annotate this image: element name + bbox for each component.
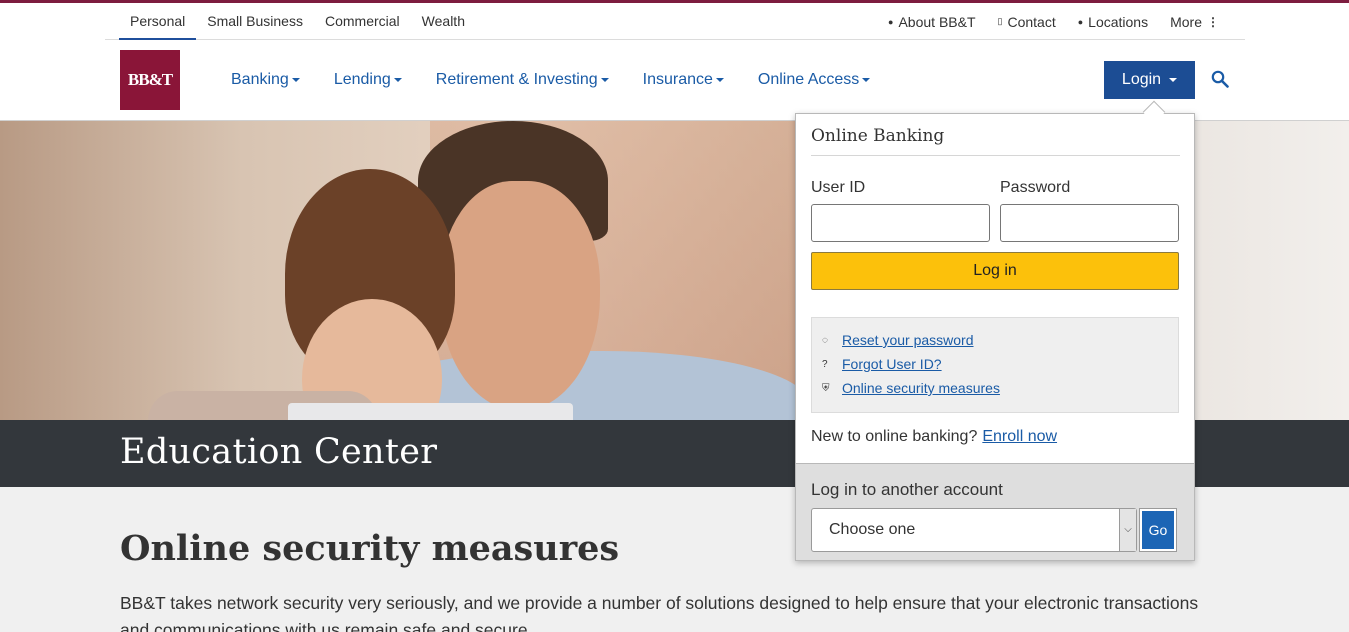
nav-lending[interactable]: Lending (317, 62, 419, 98)
password-field[interactable] (1000, 204, 1179, 242)
nav-banking[interactable]: Banking (214, 62, 317, 98)
password-label: Password (1000, 179, 1071, 196)
nav-online-access[interactable]: Online Access (741, 62, 887, 98)
question-icon: ? (822, 358, 828, 370)
person-icon: ● (888, 16, 894, 27)
nav-retirement-label: Retirement & Investing (435, 71, 598, 88)
login-button-label: Login (1121, 71, 1162, 88)
caret-down-icon (600, 78, 609, 82)
other-account-section: Log in to another account Choose one ⌵ G… (796, 463, 1194, 560)
segment-tab-wealth[interactable]: Wealth (411, 3, 476, 40)
nav-insurance-label: Insurance (642, 71, 713, 88)
caret-down-icon (1169, 78, 1178, 82)
map-pin-icon: ● (1077, 16, 1084, 27)
utility-nav: Personal Small Business Commercial Wealt… (105, 3, 1245, 40)
locations-link[interactable]: ● Locations (1078, 14, 1148, 30)
page-title: Online security measures (120, 528, 620, 569)
log-in-button[interactable]: Log in (811, 252, 1179, 290)
more-link[interactable]: More ⋮ (1170, 14, 1219, 30)
enroll-now-link[interactable]: Enroll now (982, 428, 1057, 445)
phone-icon: ▯ (997, 16, 1003, 26)
nav-banking-label: Banking (231, 71, 289, 88)
locations-label: Locations (1088, 13, 1149, 30)
enroll-row: New to online banking? Enroll now (811, 428, 1057, 446)
nav-lending-label: Lending (333, 71, 391, 88)
login-dropdown: Online Banking User ID Password Log in ◌… (795, 113, 1195, 561)
account-type-select-value: Choose one (829, 521, 916, 538)
online-banking-title: Online Banking (811, 126, 1180, 156)
shield-icon: ⛨ (822, 382, 830, 394)
more-label: More (1170, 13, 1202, 30)
go-button[interactable]: Go (1139, 508, 1177, 552)
reset-password-link[interactable]: Reset your password (842, 332, 974, 348)
segment-tab-personal[interactable]: Personal (119, 3, 197, 40)
key-icon: ◌ (822, 334, 828, 346)
reset-password-item: ◌ Reset your password (822, 332, 974, 348)
about-link[interactable]: ● About BB&T (888, 14, 975, 30)
nav-online-access-label: Online Access (757, 71, 860, 88)
brand-logo[interactable]: BB&T (120, 50, 180, 110)
segment-tabs: Personal Small Business Commercial Wealt… (119, 3, 476, 40)
forgot-user-id-link[interactable]: Forgot User ID? (842, 356, 942, 372)
intro-paragraph: BB&T takes network security very serious… (120, 593, 1199, 632)
chevron-down-icon[interactable]: ⌵ (1119, 509, 1136, 551)
segment-tab-commercial[interactable]: Commercial (314, 3, 411, 40)
caret-down-icon (291, 78, 300, 82)
hero-laptop (288, 403, 573, 420)
contact-label: Contact (1007, 13, 1056, 30)
main-nav: Banking Lending Retirement & Investing I… (214, 62, 887, 98)
security-measures-link[interactable]: Online security measures (842, 380, 1000, 396)
help-links-box: ◌ Reset your password ? Forgot User ID? … (811, 317, 1179, 413)
caret-down-icon (393, 78, 402, 82)
user-id-field[interactable] (811, 204, 990, 242)
nav-insurance[interactable]: Insurance (626, 62, 741, 98)
segment-tab-small-business[interactable]: Small Business (196, 3, 314, 40)
education-center-title: Education Center (120, 432, 438, 472)
account-type-select[interactable]: Choose one ⌵ (811, 508, 1137, 552)
enroll-prompt: New to online banking? (811, 428, 978, 445)
hero-man-face (440, 181, 600, 411)
nav-retirement-investing[interactable]: Retirement & Investing (419, 62, 626, 98)
user-id-label: User ID (811, 179, 866, 196)
search-icon[interactable] (1211, 70, 1229, 88)
contact-link[interactable]: ▯ Contact (998, 14, 1056, 30)
about-label: About BB&T (898, 13, 976, 30)
caret-down-icon (715, 78, 724, 82)
other-account-label: Log in to another account (811, 480, 1003, 499)
login-button[interactable]: Login (1104, 61, 1195, 99)
forgot-user-id-item: ? Forgot User ID? (822, 356, 942, 372)
security-measures-item: ⛨ Online security measures (822, 380, 1000, 396)
vertical-ellipsis-icon: ⋮ (1207, 14, 1219, 29)
utility-links: ● About BB&T ▯ Contact ● Locations More … (866, 3, 1219, 40)
caret-down-icon (862, 78, 871, 82)
